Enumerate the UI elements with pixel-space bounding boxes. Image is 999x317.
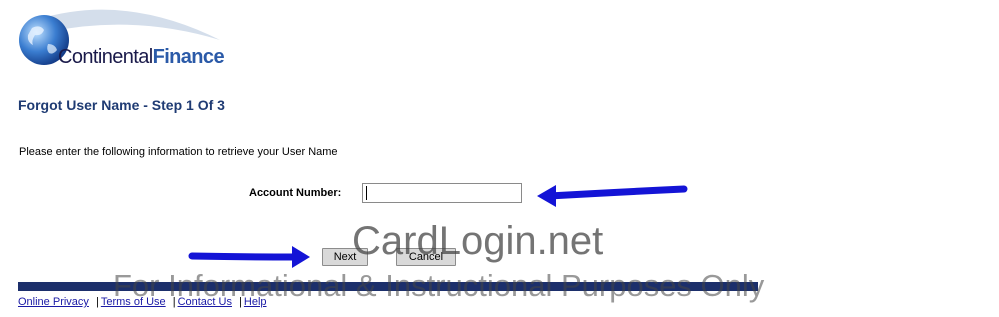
instructions-text: Please enter the following information t… xyxy=(19,146,338,158)
account-number-input[interactable] xyxy=(362,183,522,203)
arrow-to-account-input xyxy=(537,185,688,207)
account-number-label: Account Number: xyxy=(249,187,342,199)
footer-separator: | xyxy=(95,296,99,308)
text-cursor xyxy=(366,186,367,200)
page-title: Forgot User Name - Step 1 Of 3 xyxy=(18,97,225,113)
continental-finance-logo: ContinentalFinance xyxy=(14,6,225,70)
logo-text-finance: Finance xyxy=(152,46,225,68)
watermark-title: CardLogin.net xyxy=(352,219,604,263)
logo-text-continental: Continental xyxy=(58,46,153,68)
logo-wordmark: ContinentalFinance xyxy=(58,46,225,69)
watermark-subtitle: For Informational & Instructional Purpos… xyxy=(113,268,765,303)
footer-link-online-privacy[interactable]: Online Privacy xyxy=(18,296,89,308)
arrow-to-next-button xyxy=(188,246,310,268)
